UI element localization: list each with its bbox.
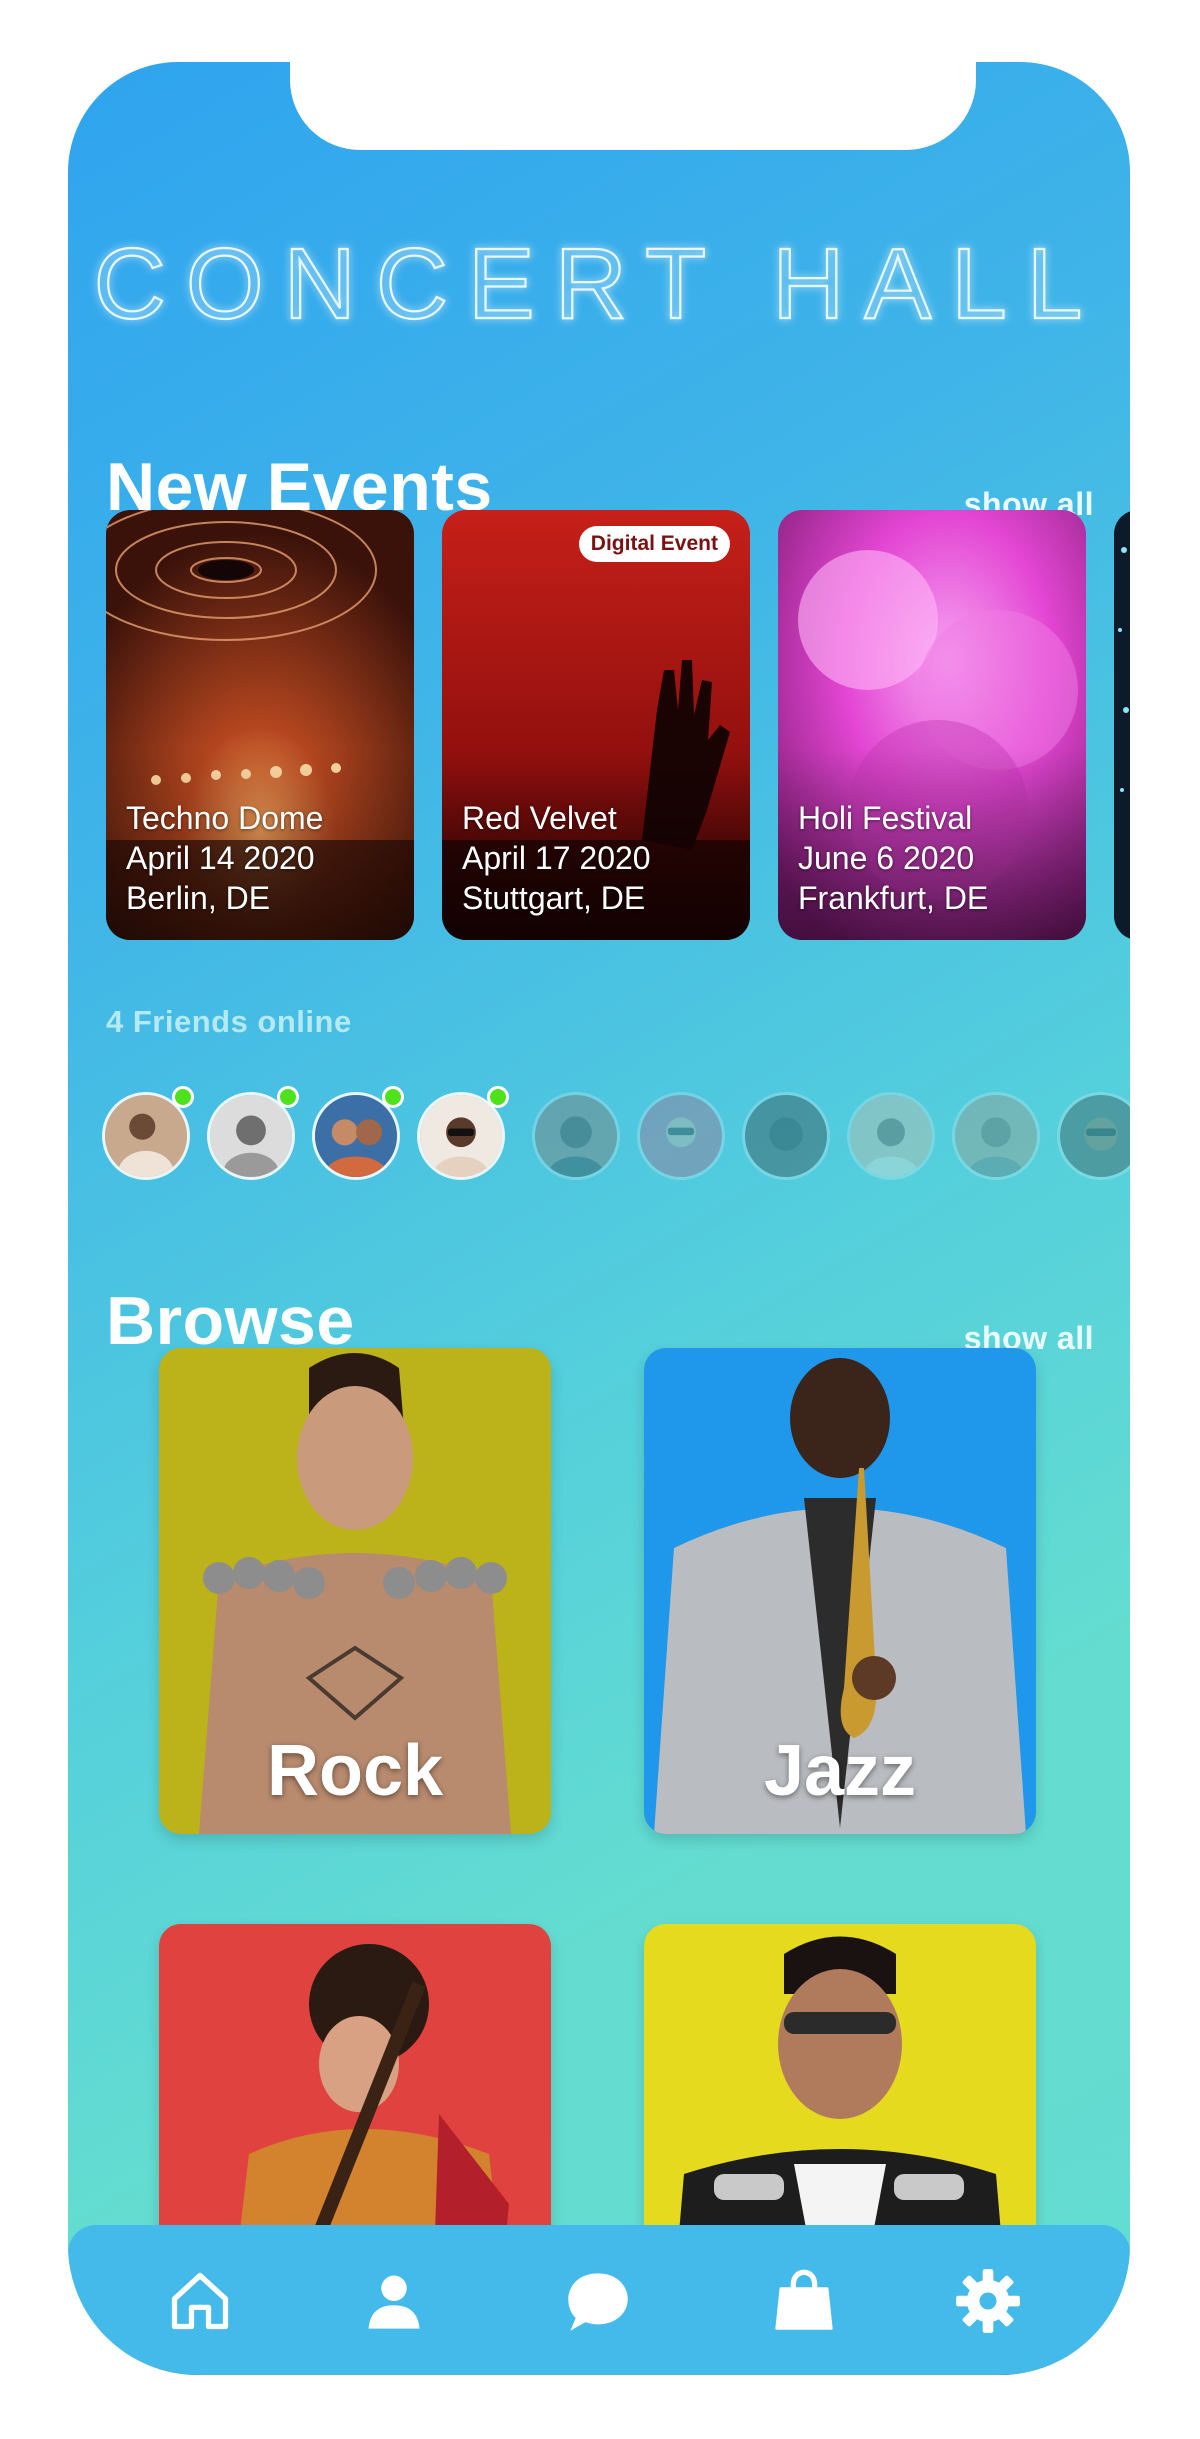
- profile-icon: [368, 2275, 420, 2329]
- shopping-bag-icon: [775, 2269, 833, 2330]
- friend-avatar[interactable]: [952, 1092, 1040, 1180]
- event-card-holi-festival[interactable]: Holi Festival June 6 2020 Frankfurt, DE: [778, 510, 1086, 940]
- tab-home[interactable]: [164, 2265, 236, 2337]
- event-image-night: [1114, 510, 1130, 940]
- chat-icon: [568, 2273, 628, 2331]
- event-card-red-velvet[interactable]: Digital Event Red Velvet April 17 2020 S…: [442, 510, 750, 940]
- settings-gear-icon: [956, 2269, 1020, 2333]
- friend-avatar[interactable]: [637, 1092, 725, 1180]
- genre-card-jazz[interactable]: Jazz: [644, 1348, 1036, 1834]
- event-details: Techno Dome April 14 2020 Berlin, DE: [126, 798, 323, 918]
- friend-avatar[interactable]: [532, 1092, 620, 1180]
- online-indicator: [172, 1086, 194, 1108]
- event-card-techno-dome[interactable]: Techno Dome April 14 2020 Berlin, DE: [106, 510, 414, 940]
- event-card-partial[interactable]: [1114, 510, 1130, 940]
- event-details: Holi Festival June 6 2020 Frankfurt, DE: [798, 798, 988, 918]
- friend-avatar[interactable]: [742, 1092, 830, 1180]
- home-icon: [171, 2272, 229, 2330]
- logo-text: CONCERT HALL: [94, 228, 1103, 340]
- app-screen: CONCERT HALL New Events show all Techno …: [68, 62, 1130, 2375]
- genre-label: Rock: [266, 1731, 444, 1811]
- genre-card-rock[interactable]: Rock: [159, 1348, 551, 1834]
- genre-label: Jazz: [763, 1731, 917, 1811]
- event-name: Holi Festival: [798, 800, 973, 836]
- tab-profile[interactable]: [358, 2265, 430, 2337]
- events-carousel[interactable]: Techno Dome April 14 2020 Berlin, DE Dig…: [106, 510, 1130, 940]
- online-indicator: [277, 1086, 299, 1108]
- friends-online-label: 4 Friends online: [106, 1004, 352, 1039]
- tab-chat[interactable]: [562, 2265, 634, 2337]
- event-location: Berlin, DE: [126, 880, 271, 916]
- friend-avatar[interactable]: [847, 1092, 935, 1180]
- friends-avatar-row[interactable]: [102, 1086, 1130, 1182]
- concert-hall-logo: CONCERT HALL: [93, 227, 1098, 341]
- event-name: Techno Dome: [126, 800, 324, 836]
- tab-shop[interactable]: [768, 2265, 840, 2337]
- event-date: April 14 2020: [126, 840, 315, 876]
- device-notch: [290, 62, 976, 150]
- event-details: Red Velvet April 17 2020 Stuttgart, DE: [462, 798, 651, 918]
- friend-avatar[interactable]: [1057, 1092, 1130, 1180]
- tab-settings[interactable]: [952, 2265, 1024, 2337]
- digital-event-badge: Digital Event: [578, 526, 730, 562]
- event-name: Red Velvet: [462, 800, 617, 836]
- bottom-tab-bar: [68, 2225, 1130, 2375]
- online-indicator: [487, 1086, 509, 1108]
- event-location: Frankfurt, DE: [798, 880, 989, 916]
- event-date: June 6 2020: [798, 840, 975, 876]
- event-location: Stuttgart, DE: [462, 880, 646, 916]
- event-date: April 17 2020: [462, 840, 651, 876]
- online-indicator: [382, 1086, 404, 1108]
